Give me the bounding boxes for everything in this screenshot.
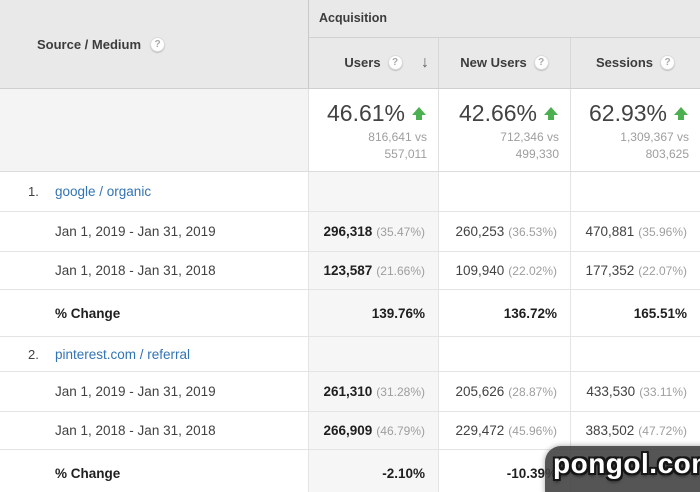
summary-users: 46.61% 816,641 vs 557,011 [308,89,438,171]
source-cell: 1. google / organic [0,172,308,211]
row-index: 2. [28,346,39,362]
table-row-change: % Change 139.76% 136.72% 165.51% [0,290,700,337]
table-row-source: 1. google / organic [0,172,700,212]
empty-cell [438,172,570,211]
trend-up-icon [543,106,559,121]
column-header-new-users[interactable]: New Users ? [438,37,570,88]
analytics-source-medium-table: Source / Medium ? Acquisition Users ? ↓ … [0,0,700,492]
table-row-period: Jan 1, 2018 - Jan 31, 2018 266,909 (46.7… [0,412,700,450]
column-header-users[interactable]: Users ? ↓ [308,37,438,88]
summary-users-comparison: 816,641 vs 557,011 [368,130,427,161]
percent-change-label: % Change [55,466,121,481]
sessions-value-cell: 470,881 (35.96%) [570,212,700,251]
trend-up-icon [411,106,427,121]
section-header: Acquisition [308,0,700,38]
date-range-label: Jan 1, 2018 - Jan 31, 2018 [55,423,216,438]
empty-cell [308,337,438,371]
users-change-cell: -2.10% [308,450,438,492]
date-range-label: Jan 1, 2019 - Jan 31, 2019 [55,224,216,239]
sessions-value-cell: 433,530 (33.11%) [570,372,700,411]
row-index: 1. [28,184,39,199]
summary-users-percent: 46.61% [326,100,405,126]
new-users-change-cell: 136.72% [438,290,570,336]
table-row-period: Jan 1, 2019 - Jan 31, 2019 261,310 (31.2… [0,372,700,412]
help-icon[interactable]: ? [660,55,676,71]
sessions-change-cell: 165.51% [570,290,700,336]
empty-cell [308,172,438,211]
summary-blank-cell [0,89,308,171]
table-header: Source / Medium ? Acquisition Users ? ↓ … [0,0,700,89]
column-header-sessions-label: Sessions [595,55,654,71]
dimension-header: Source / Medium ? [0,0,308,88]
summary-new-users: 42.66% 712,346 vs 499,330 [438,89,570,171]
empty-cell [438,337,570,371]
sessions-value-cell: 177,352 (22.07%) [570,252,700,289]
sort-descending-icon[interactable]: ↓ [421,54,429,72]
source-link-google-organic[interactable]: google / organic [55,184,151,199]
source-link-pinterest-referral[interactable]: pinterest.com / referral [55,347,190,362]
summary-new-users-percent: 42.66% [458,100,537,126]
new-users-value-cell: 260,253 (36.53%) [438,212,570,251]
users-value-cell: 296,318 (35.47%) [308,212,438,251]
table-row-period: Jan 1, 2019 - Jan 31, 2019 296,318 (35.4… [0,212,700,252]
trend-up-icon [673,106,689,121]
new-users-value-cell: 205,626 (28.87%) [438,372,570,411]
help-icon[interactable]: ? [387,55,403,71]
help-icon[interactable]: ? [533,55,549,71]
dimension-header-label: Source / Medium [37,36,142,52]
percent-change-label: % Change [55,305,121,321]
summary-sessions-percent: 62.93% [588,100,667,126]
watermark-overlay: pongol.com [545,446,700,492]
help-icon[interactable]: ? [150,36,166,52]
column-header-sessions[interactable]: Sessions ? [570,37,700,88]
summary-sessions: 62.93% 1,309,367 vs 803,625 [570,89,700,171]
users-value-cell: 123,587 (21.66%) [308,252,438,289]
acquisition-section: Acquisition Users ? ↓ New Users ? Sessio… [308,0,700,88]
empty-cell [570,172,700,211]
users-value-cell: 261,310 (31.28%) [308,372,438,411]
metric-column-headers: Users ? ↓ New Users ? Sessions ? [308,37,700,88]
watermark-text: pongol.com [553,448,700,479]
new-users-value-cell: 229,472 (45.96%) [438,412,570,449]
summary-new-users-comparison: 712,346 vs 499,330 [500,130,559,161]
table-row-period: Jan 1, 2018 - Jan 31, 2018 123,587 (21.6… [0,252,700,290]
date-range-label: Jan 1, 2019 - Jan 31, 2019 [55,384,216,399]
users-change-cell: 139.76% [308,290,438,336]
sessions-value-cell: 383,502 (47.72%) [570,412,700,449]
summary-row: 46.61% 816,641 vs 557,011 42.66% 712,346… [0,89,700,172]
summary-sessions-comparison: 1,309,367 vs 803,625 [620,130,689,161]
source-cell: 2. pinterest.com / referral [0,337,308,371]
new-users-value-cell: 109,940 (22.02%) [438,252,570,289]
table-row-source: 2. pinterest.com / referral [0,337,700,372]
users-value-cell: 266,909 (46.79%) [308,412,438,449]
section-header-label: Acquisition [319,11,388,26]
column-header-users-label: Users [344,55,381,71]
column-header-new-users-label: New Users [460,55,527,71]
date-range-label: Jan 1, 2018 - Jan 31, 2018 [55,263,216,278]
empty-cell [570,337,700,371]
